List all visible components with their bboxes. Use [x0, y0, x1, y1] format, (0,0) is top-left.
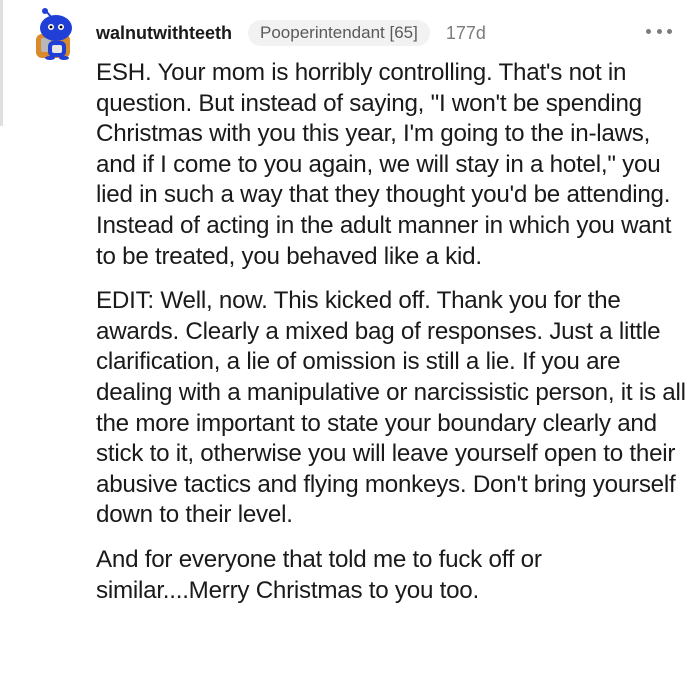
comment-age: 177d: [445, 22, 486, 43]
more-dot: [667, 28, 672, 34]
username-link[interactable]: walnutwithteeth: [96, 23, 232, 44]
comment-paragraph: EDIT: Well, now. This kicked off. Thank …: [96, 287, 686, 529]
more-options-icon[interactable]: [646, 22, 672, 40]
thread-line: [0, 0, 3, 126]
user-flair-badge: Pooperintendant [65]: [248, 20, 430, 46]
comment-paragraph: And for everyone that told me to fuck of…: [96, 545, 542, 604]
snoo-avatar-icon[interactable]: [30, 8, 78, 60]
comment-body: ESH. Your mom is horribly controlling. T…: [96, 58, 686, 620]
more-dot: [646, 28, 651, 34]
comment-header: walnutwithteeth Pooperintendant [65] 177…: [96, 18, 486, 48]
more-dot: [656, 28, 662, 34]
comment-paragraph: ESH. Your mom is horribly controlling. T…: [96, 59, 672, 270]
